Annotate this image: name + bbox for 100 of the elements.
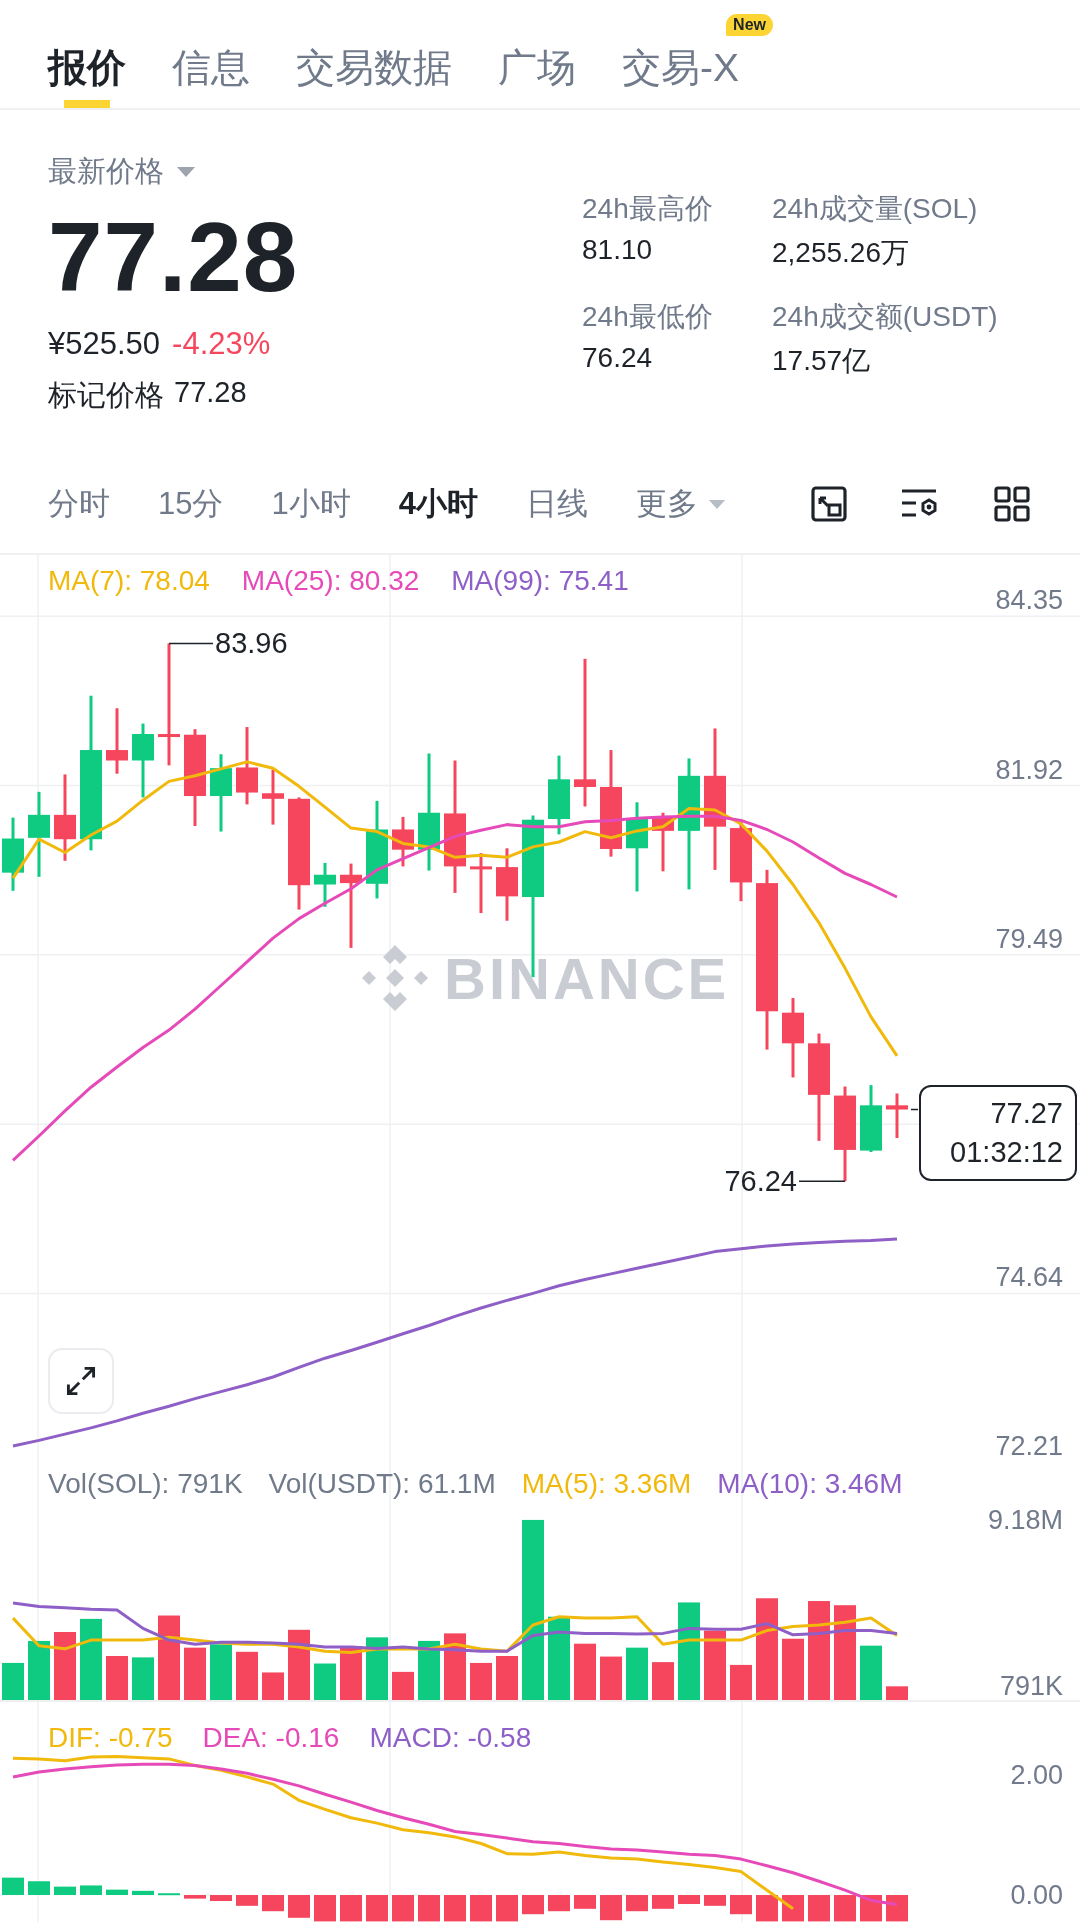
macd-bar [730,1895,752,1915]
macd-bar [808,1895,830,1922]
stat-value: 2,255.26万 [772,236,910,270]
grid-icon[interactable] [994,486,1030,522]
interval-tab[interactable]: 1小时 [271,483,351,525]
legend-label: MA(25): 80.32 [241,565,420,597]
last-price: 77.28 [48,208,300,306]
volume-bar [236,1651,258,1700]
macd-bar [184,1895,206,1899]
macd-bar [574,1895,596,1909]
candlestick [652,812,674,872]
macd-bar [106,1889,128,1895]
volume-bar [782,1638,804,1700]
volume-bar [314,1663,336,1700]
candlestick [886,1093,908,1139]
volume-bar [106,1656,128,1700]
volume-bar [28,1640,50,1700]
axis-label: 2.00 [1010,1760,1063,1791]
legend-label: Vol(SOL): 791K [48,1468,243,1500]
volume-bar [730,1664,752,1700]
macd-bar [600,1895,622,1921]
caret-icon [708,498,726,510]
volume-bar [886,1686,908,1700]
volume-bar [652,1662,674,1700]
volume-bar [574,1643,596,1700]
leader-line [798,1180,846,1182]
axis-label: 9.18M [987,1504,1063,1535]
axis-label: 74.64 [995,1261,1063,1292]
macd-bar [2,1877,24,1895]
macd-bar [340,1895,362,1922]
chart-snapshot-icon[interactable] [810,485,848,523]
axis-label: 81.92 [995,754,1063,785]
volume-bar [210,1644,232,1700]
interval-tab[interactable]: 4小时 [398,483,478,525]
more-menu[interactable]: 更多 [636,483,726,525]
macd-bar [28,1881,50,1895]
legend-label: DIF: -0.75 [48,1722,173,1754]
volume-bar [444,1633,466,1700]
macd-bar [236,1895,258,1906]
volume-bar [704,1630,726,1700]
macd-bar [262,1895,284,1912]
candle-countdown: 01:32:12 [950,1134,1063,1170]
volume-bar [860,1645,882,1700]
legend-label: MACD: -0.58 [369,1722,532,1754]
leader-line [168,642,214,645]
legend-label: DEA: -0.16 [202,1722,340,1754]
tab[interactable]: 报价 [48,0,126,108]
axis-label: 791K [999,1671,1063,1700]
interval-tab[interactable]: 日线 [526,483,588,525]
high-price-label: 83.96 [215,627,288,660]
macd-bar [782,1895,804,1922]
legend-label: MA(7): 78.04 [48,565,210,597]
macd-bar [54,1886,76,1895]
candlestick [470,853,492,914]
volume-bar [418,1640,440,1700]
macd-bar [704,1895,726,1906]
legend-label: MA(10): 3.46M [717,1468,903,1500]
macd-bar [392,1895,414,1922]
axis-label: 72.21 [995,1431,1063,1461]
axis-label: 0.00 [1010,1880,1063,1910]
interval-tab[interactable]: 分时 [48,483,110,525]
candlestick [106,708,128,774]
macd-bar [418,1895,440,1922]
stat-value: 17.57亿 [772,344,872,378]
macd-bar [314,1895,336,1922]
axis-label: 84.35 [995,585,1063,616]
stat-label: 24h成交额(USDT) [772,300,999,334]
macd-bar [548,1895,570,1912]
stat-value: 76.24 [582,342,654,374]
macd-bar [886,1895,908,1922]
volume-bar [54,1632,76,1700]
stat-label: 24h最高价 [582,192,714,226]
volume-bar [340,1647,362,1700]
macd-bar [158,1893,180,1896]
macd-bar [522,1895,544,1915]
interval-tab[interactable]: 15分 [158,483,224,525]
tab[interactable]: 广场 [498,0,576,108]
stat-label: 24h成交量(SOL) [772,192,979,226]
volume-bar [262,1672,284,1700]
volume-bar [366,1637,388,1700]
legend-label: MA(99): 75.41 [451,565,629,597]
candlestick [860,1085,882,1152]
macd-bar [834,1895,856,1922]
volume-bar [2,1662,24,1700]
macd-bar [678,1895,700,1904]
macd-bar [626,1895,648,1912]
candlestick [392,816,414,867]
macd-bar [496,1895,518,1922]
fullscreen-button[interactable] [48,1348,114,1414]
macd-bar [756,1895,778,1922]
macd-bar [288,1895,310,1918]
macd-bar [80,1885,102,1895]
tab[interactable]: 交易数据 [296,0,452,108]
macd-bar [444,1895,466,1922]
tab[interactable]: 信息 [172,0,250,108]
mark-price: 77.28 [174,376,247,410]
diamond-logo-icon [360,943,430,1013]
price-type-label[interactable]: 最新价格 [48,152,164,192]
volume-bar [600,1656,622,1700]
macd-bar [132,1890,154,1895]
